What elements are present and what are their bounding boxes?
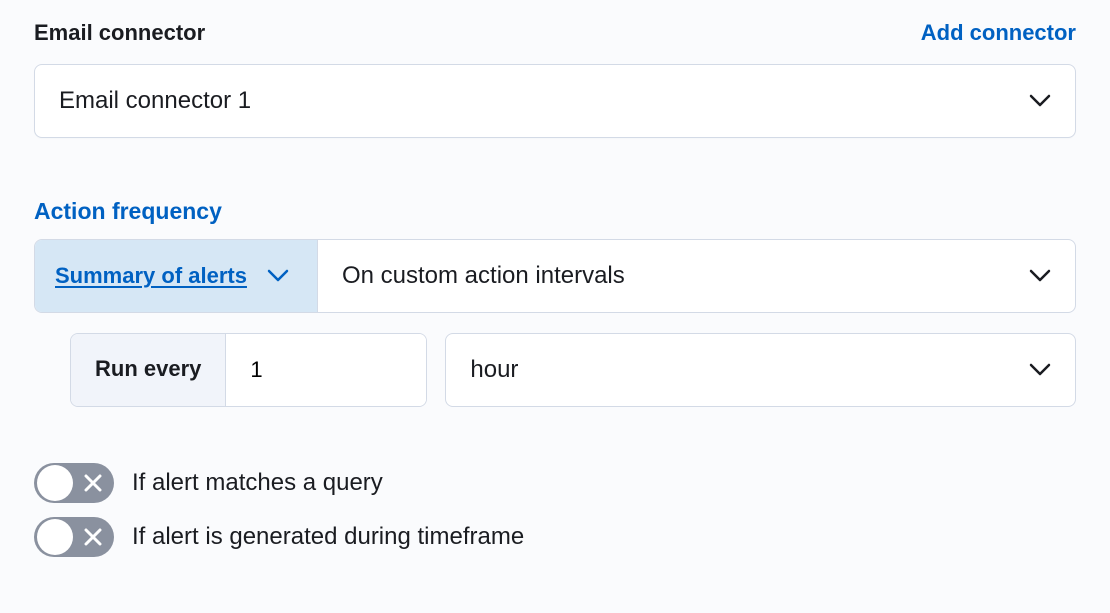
connector-select-value: Email connector 1: [59, 87, 251, 115]
run-every-unit-value: hour: [470, 356, 518, 384]
alert-timeframe-toggle[interactable]: [34, 517, 114, 557]
action-interval-value: On custom action intervals: [342, 262, 625, 290]
add-connector-link[interactable]: Add connector: [921, 20, 1076, 46]
summary-of-alerts-select[interactable]: Summary of alerts: [35, 240, 318, 312]
chevron-down-icon: [1029, 363, 1051, 377]
toggle-knob: [37, 465, 73, 501]
action-interval-select[interactable]: On custom action intervals: [318, 240, 1075, 312]
toggle-knob: [37, 519, 73, 555]
x-icon: [84, 474, 102, 492]
run-every-label: Run every: [71, 334, 226, 406]
x-icon: [84, 528, 102, 546]
run-every-unit-select[interactable]: hour: [445, 333, 1076, 407]
alert-timeframe-label: If alert is generated during timeframe: [132, 523, 524, 551]
chevron-down-icon: [267, 269, 289, 283]
run-every-input[interactable]: [226, 334, 426, 406]
action-frequency-label: Action frequency: [34, 198, 1076, 225]
email-connector-label: Email connector: [34, 20, 205, 46]
alert-matches-query-toggle[interactable]: [34, 463, 114, 503]
chevron-down-icon: [1029, 94, 1051, 108]
alert-matches-query-label: If alert matches a query: [132, 469, 383, 497]
chevron-down-icon: [1029, 269, 1051, 283]
summary-of-alerts-label: Summary of alerts: [55, 263, 247, 289]
connector-select[interactable]: Email connector 1: [34, 64, 1076, 138]
